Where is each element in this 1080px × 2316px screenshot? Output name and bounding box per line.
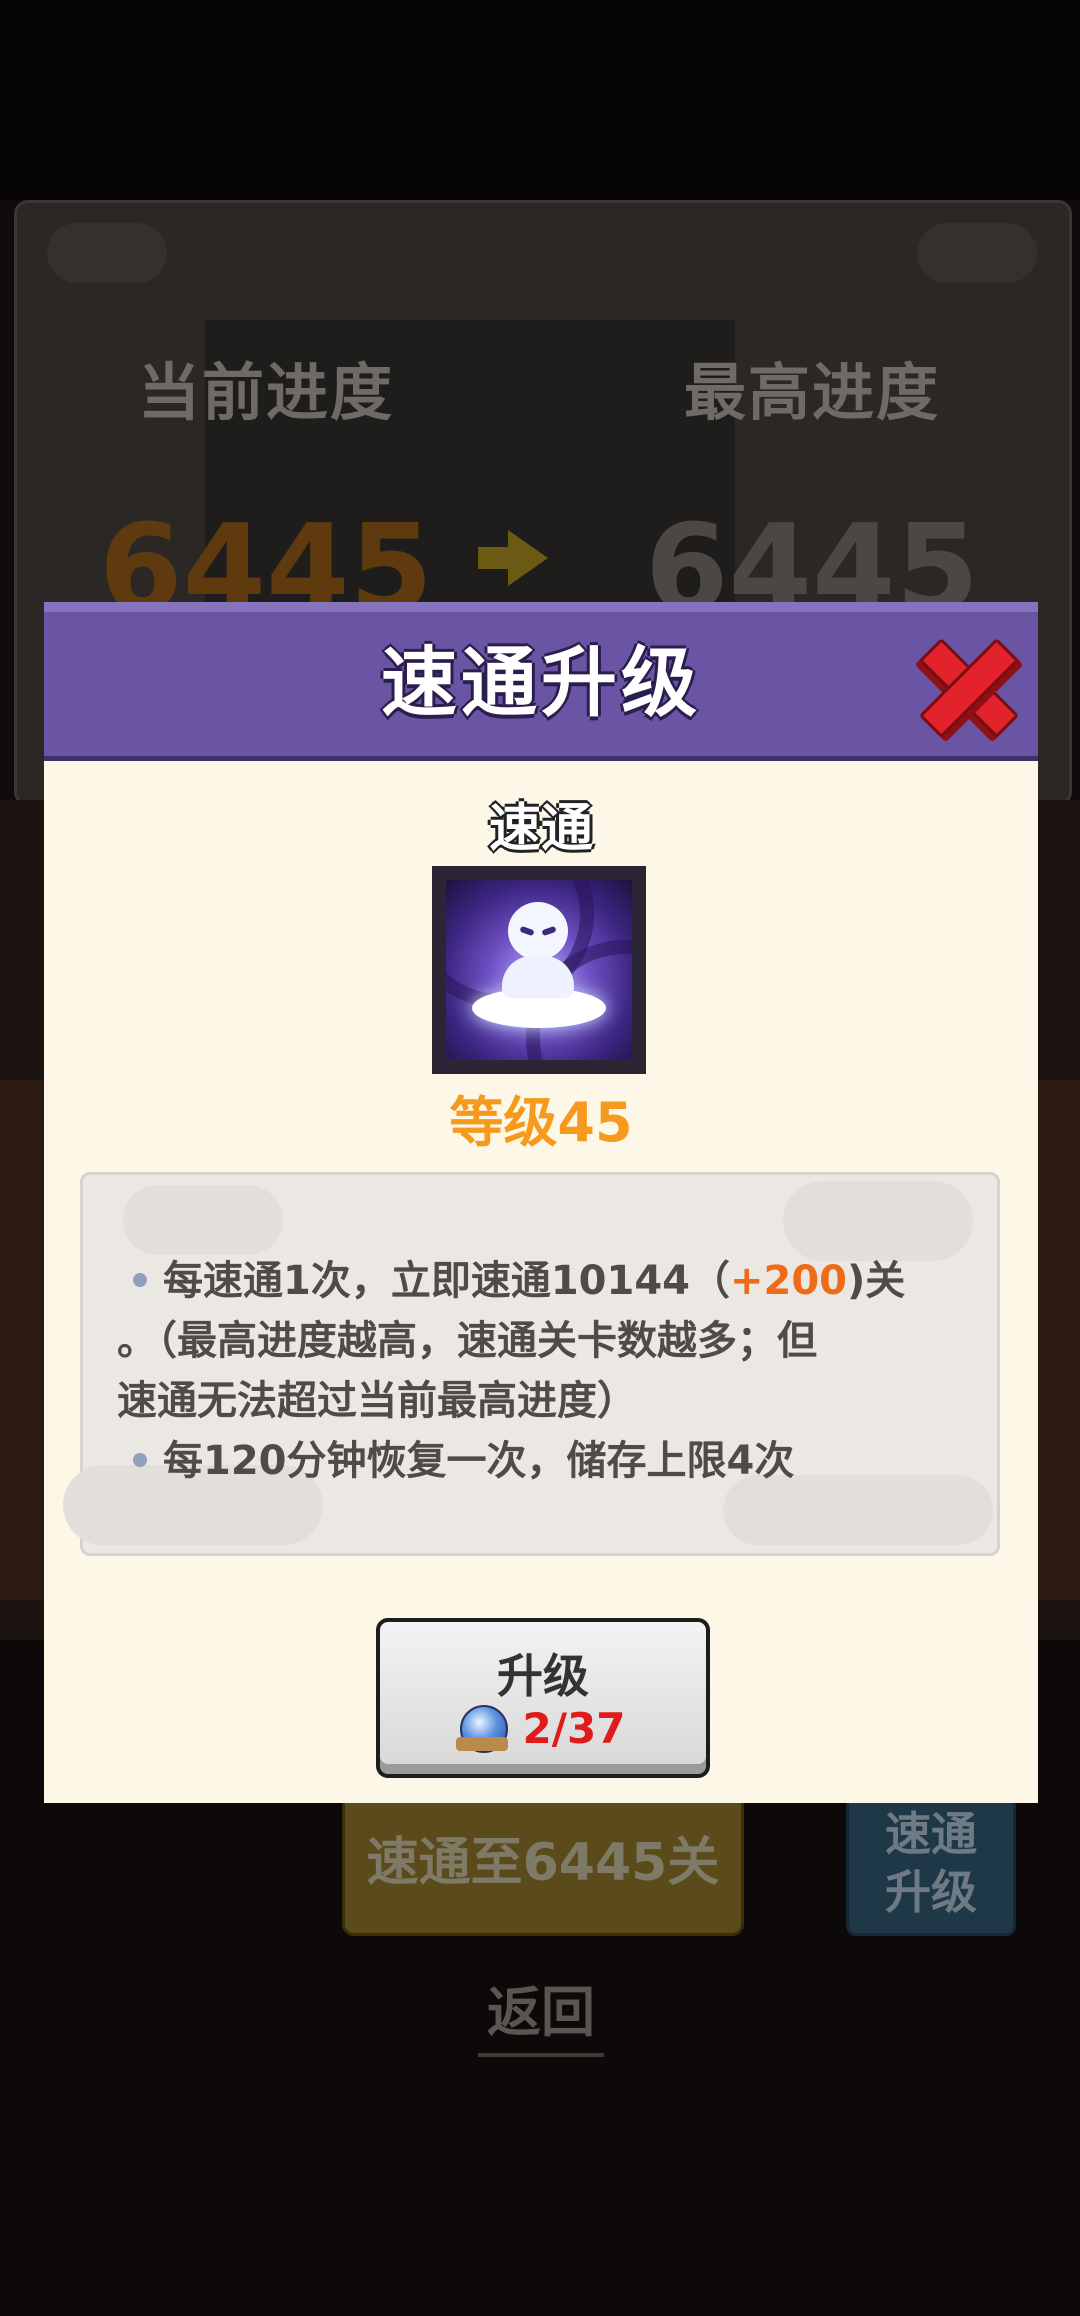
desc-line2: 。（最高进度越高，速通关卡数越多；但 — [117, 1318, 817, 1364]
skip-to-level-button[interactable]: 速通至6445关 — [342, 1790, 744, 1936]
desc-bonus: +200 — [730, 1258, 848, 1304]
skill-level: 等级45 — [449, 1091, 633, 1154]
bullet-icon — [133, 1453, 147, 1467]
skip-upgrade-label-2: 升级 — [885, 1865, 977, 1919]
desc-line3: 速通无法超过当前最高进度） — [117, 1378, 637, 1424]
description-box: 每速通1次，立即速通10144（+200)关 。（最高进度越高，速通关卡数越多；… — [63, 1172, 1000, 1556]
cost-text: 2/37 — [522, 1704, 626, 1753]
meditation-skill-icon — [432, 866, 646, 1074]
upgrade-button[interactable]: 升级 2/37 — [376, 1618, 710, 1778]
arrow-right-icon — [478, 547, 512, 569]
close-button[interactable] — [918, 637, 1020, 739]
description-text: 每速通1次，立即速通10144（+200)关 。（最高进度越高，速通关卡数越多；… — [117, 1251, 977, 1491]
dialog-title: 速通升级 — [381, 638, 701, 727]
desc-line4: 每120分钟恢复一次，储存上限4次 — [163, 1438, 795, 1484]
background-top — [0, 0, 1080, 200]
current-progress-label: 当前进度 — [137, 356, 394, 429]
cloud-decoration — [47, 223, 167, 283]
skill-name: 速通 — [488, 799, 593, 859]
cloud-decoration — [917, 223, 1037, 283]
arrow-right-icon-head — [508, 530, 548, 586]
desc-line1-suffix: )关 — [847, 1258, 906, 1304]
desc-line1-prefix: 每速通1次，立即速通10144（ — [163, 1258, 730, 1304]
skip-upgrade-button[interactable]: 速通 升级 — [846, 1790, 1016, 1936]
upgrade-dialog: 速通升级 速通 等级45 每速通1次，立即速通10144（+200)关 。（最高… — [44, 602, 1038, 1803]
max-progress-label: 最高进度 — [683, 356, 940, 429]
crystal-ball-icon — [456, 1704, 509, 1753]
skip-upgrade-label-1: 速通 — [885, 1807, 977, 1861]
upgrade-cost: 2/37 — [380, 1704, 706, 1753]
upgrade-label: 升级 — [497, 1649, 589, 1703]
bullet-icon — [133, 1273, 147, 1287]
back-button[interactable]: 返回 — [478, 1968, 604, 2057]
